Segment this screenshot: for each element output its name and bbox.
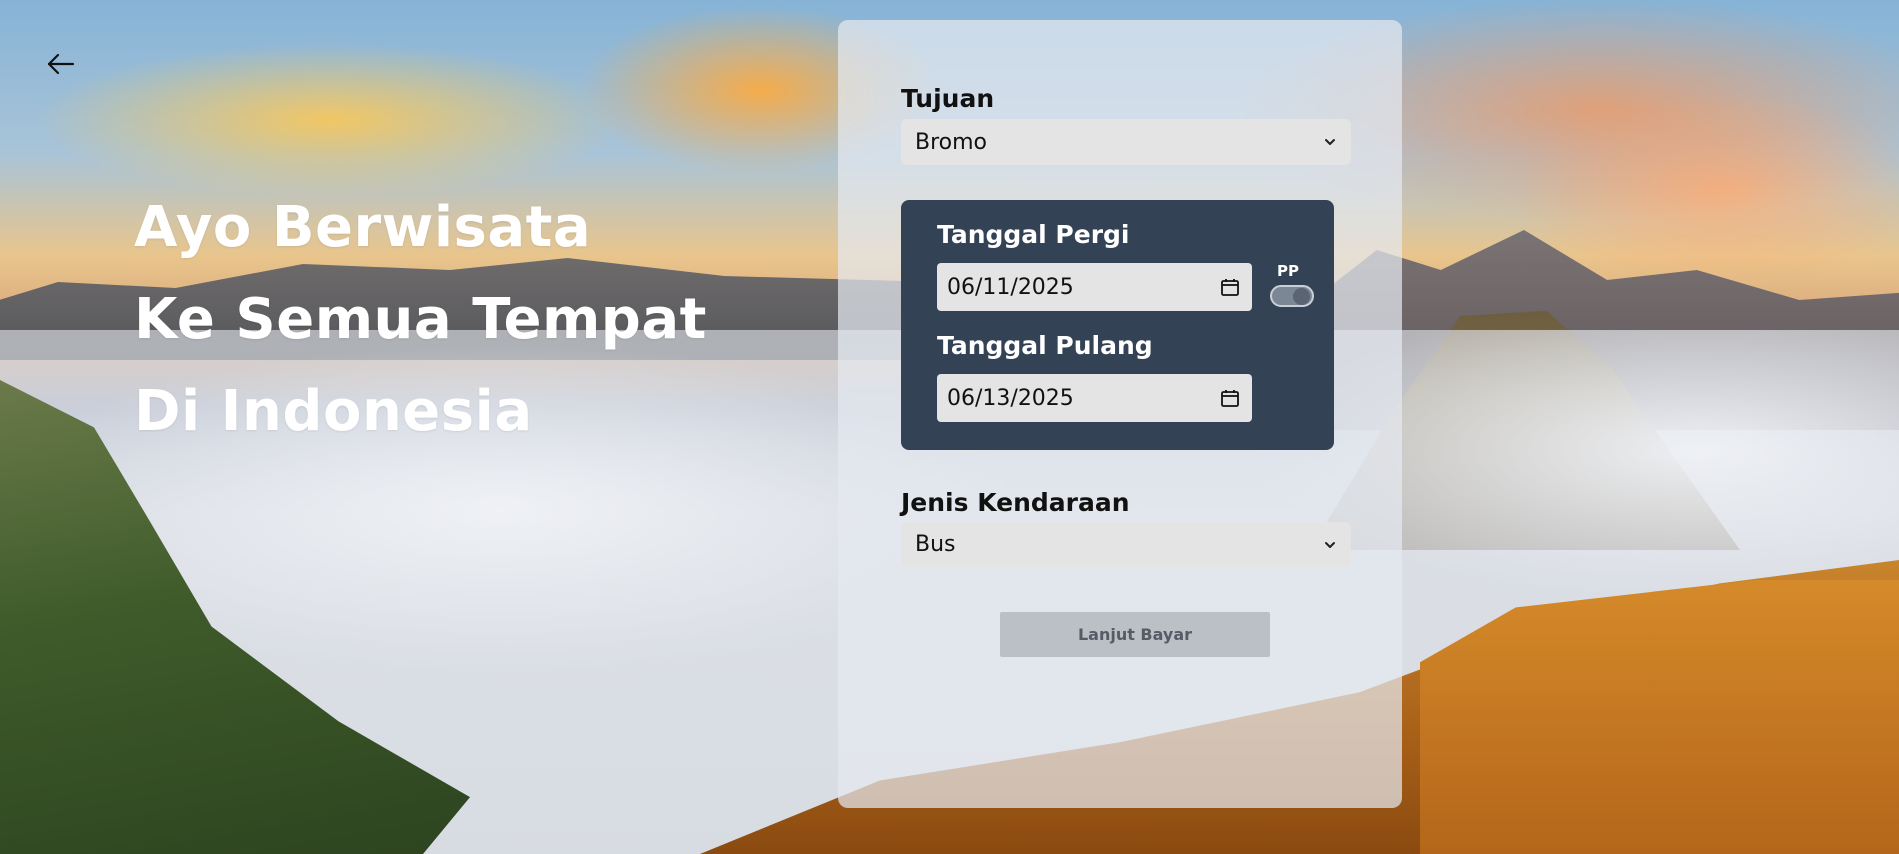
hero-line-2: Ke Semua Tempat bbox=[134, 287, 707, 352]
departure-date-value: 06/11/2025 bbox=[947, 274, 1074, 300]
arrow-left-icon bbox=[47, 53, 75, 74]
vehicle-select[interactable]: Bus bbox=[901, 522, 1351, 567]
return-label: Tanggal Pulang bbox=[937, 331, 1153, 360]
departure-date-input[interactable]: 06/11/2025 bbox=[937, 263, 1252, 311]
vehicle-label: Jenis Kendaraan bbox=[901, 488, 1130, 517]
date-section: Tanggal Pergi 06/11/2025 PP Tanggal Pula… bbox=[901, 200, 1334, 450]
return-date-input[interactable]: 06/13/2025 bbox=[937, 374, 1252, 422]
destination-value: Bromo bbox=[915, 129, 988, 155]
toggle-knob bbox=[1293, 288, 1310, 305]
hero-line-3: Di Indonesia bbox=[134, 379, 533, 444]
round-trip-toggle[interactable] bbox=[1270, 285, 1314, 307]
return-date-value: 06/13/2025 bbox=[947, 385, 1074, 411]
vehicle-value: Bus bbox=[915, 532, 956, 557]
round-trip-label: PP bbox=[1277, 262, 1299, 280]
departure-label: Tanggal Pergi bbox=[937, 220, 1130, 249]
chevron-down-icon bbox=[1325, 139, 1335, 145]
booking-form-panel: Tujuan Bromo Tanggal Pergi 06/11/2025 PP… bbox=[838, 20, 1402, 808]
destination-label: Tujuan bbox=[901, 84, 995, 113]
destination-select[interactable]: Bromo bbox=[901, 119, 1351, 165]
back-button[interactable] bbox=[40, 48, 82, 82]
calendar-icon[interactable] bbox=[1220, 388, 1240, 408]
hero-line-1: Ayo Berwisata bbox=[134, 195, 592, 260]
continue-payment-button[interactable]: Lanjut Bayar bbox=[1000, 612, 1270, 657]
chevron-down-icon bbox=[1325, 541, 1335, 548]
hero-heading: Ayo Berwisata Ke Semua Tempat Di Indones… bbox=[134, 182, 707, 458]
calendar-icon[interactable] bbox=[1220, 277, 1240, 297]
